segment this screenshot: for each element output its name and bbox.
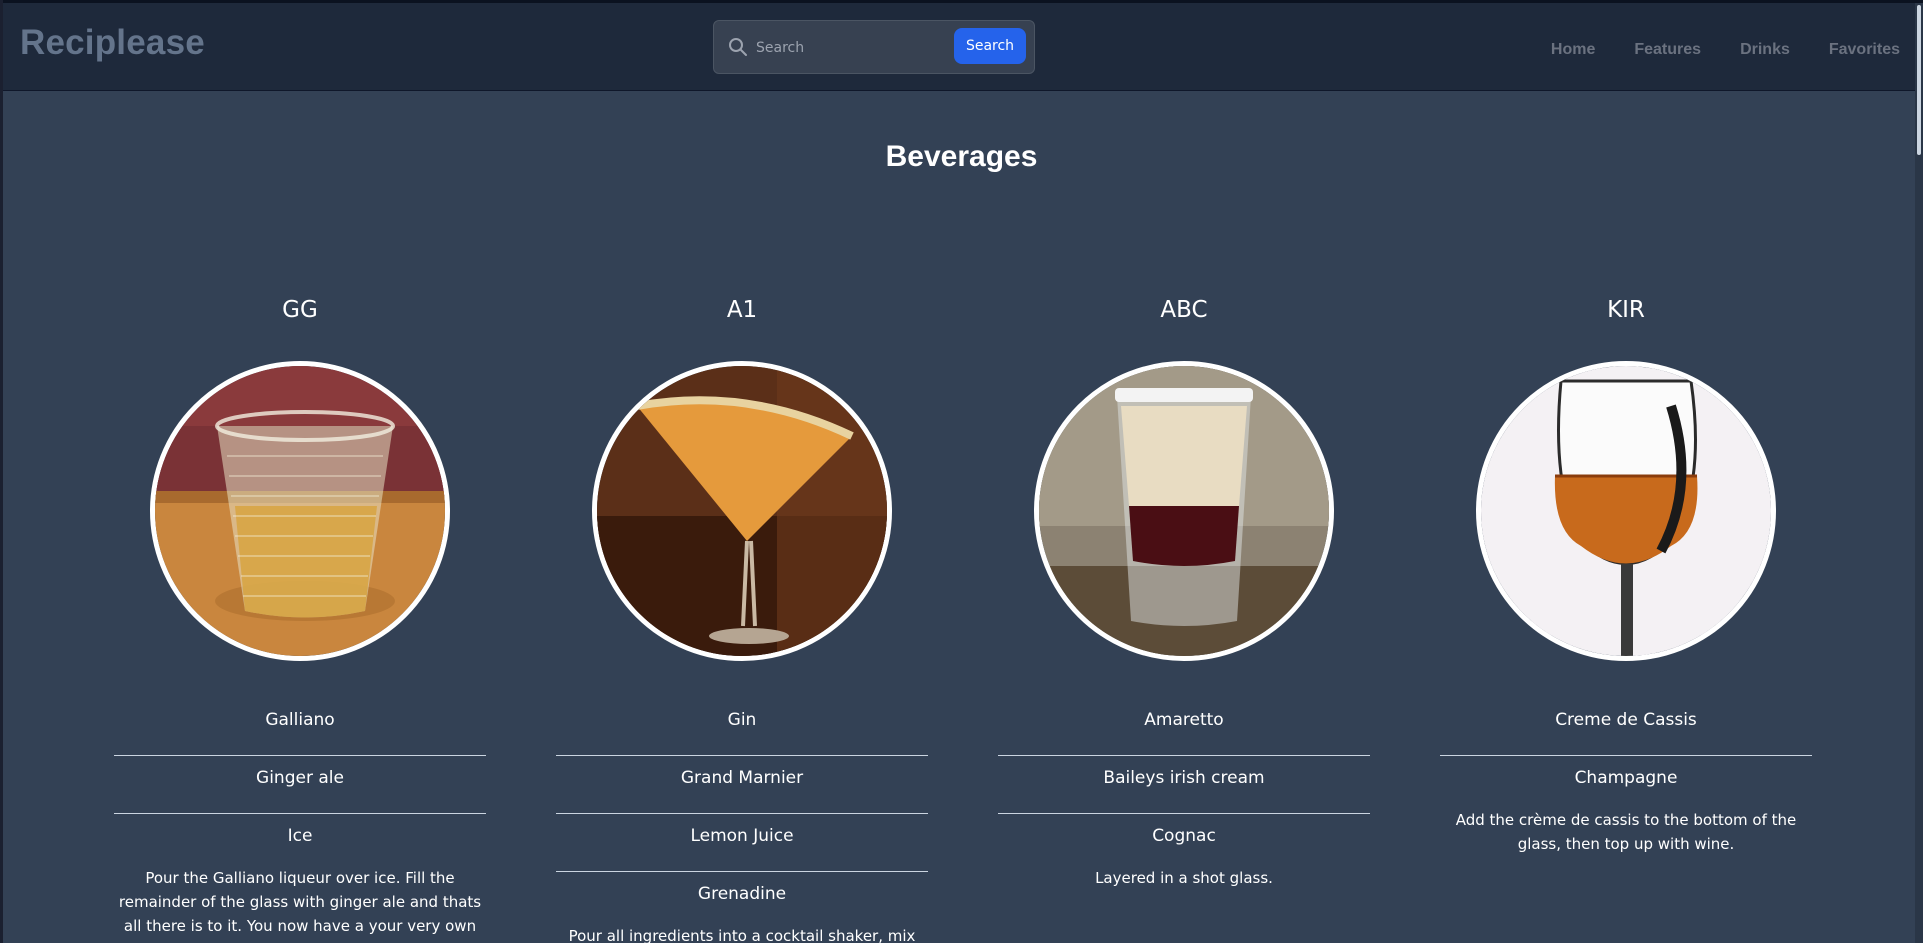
ingredient-item: Amaretto <box>998 698 1370 756</box>
ingredient-list: Amaretto Baileys irish cream Cognac <box>998 698 1370 872</box>
layered-shot-image <box>1039 366 1329 656</box>
drink-image-gg[interactable] <box>150 361 450 661</box>
ingredient-item: Ginger ale <box>114 756 486 814</box>
ingredient-item: Cognac <box>1152 826 1216 846</box>
scrollbar-thumb[interactable] <box>1917 5 1921 155</box>
ginger-ale-glass-image <box>155 366 445 656</box>
nav-drinks[interactable]: Drinks <box>1740 41 1790 59</box>
drink-title: ABC <box>1160 297 1208 323</box>
main-nav: Home Features Drinks Favorites <box>1512 41 1900 59</box>
ingredient-item: Grenadine <box>697 884 787 904</box>
ingredient-item: Gin <box>556 698 928 756</box>
martini-glass-image <box>597 366 887 656</box>
drink-instructions: Add the crème de cassis to the bottom of… <box>1455 811 1797 853</box>
page-title: Beverages <box>885 140 1038 173</box>
ingredient-list: Gin Grand Marnier Lemon Juice Grenadine <box>556 698 928 930</box>
search-bar: Search <box>713 20 1035 74</box>
ingredient-item: Ice <box>287 826 313 846</box>
ingredient-item: Lemon Juice <box>556 814 928 872</box>
drink-instructions: Layered in a shot glass. <box>1095 869 1273 887</box>
drink-title: KIR <box>1607 297 1645 323</box>
drink-image-kir[interactable] <box>1476 361 1776 661</box>
ingredient-item: Baileys irish cream <box>998 756 1370 814</box>
drink-instructions: Pour the Galliano liqueur over ice. Fill… <box>118 869 482 943</box>
drink-card-gg[interactable]: GG Galliano Ginger ale Ice Pour the Gall… <box>114 295 486 943</box>
drink-card-kir[interactable]: KIR Creme de Cassis Champagne Add the cr… <box>1440 295 1812 856</box>
drink-instructions: Pour all ingredients into a cocktail sha… <box>568 927 916 943</box>
wine-glass-image <box>1481 366 1771 656</box>
search-button[interactable]: Search <box>954 28 1026 64</box>
nav-home[interactable]: Home <box>1551 41 1595 59</box>
drink-image-a1[interactable] <box>592 361 892 661</box>
drink-title: A1 <box>726 297 758 323</box>
drink-card-a1[interactable]: A1 Gin Grand Marnier Lemon Juice Grenadi… <box>556 295 928 943</box>
ingredient-list: Galliano Ginger ale Ice <box>114 698 486 872</box>
ingredient-item: Creme de Cassis <box>1440 698 1812 756</box>
ingredient-list: Creme de Cassis Champagne <box>1440 698 1812 814</box>
search-icon <box>729 38 747 56</box>
search-input[interactable] <box>756 33 956 63</box>
ingredient-item: Grand Marnier <box>556 756 928 814</box>
nav-favorites[interactable]: Favorites <box>1829 41 1900 59</box>
navbar: Reciplease Search Home Features Drinks F… <box>3 3 1920 91</box>
brand-logo[interactable]: Reciplease <box>20 23 205 63</box>
drink-image-abc[interactable] <box>1034 361 1334 661</box>
drink-title: GG <box>282 297 318 323</box>
ingredient-item: Galliano <box>114 698 486 756</box>
ingredient-item: Champagne <box>1574 768 1678 788</box>
drink-card-abc[interactable]: ABC Amaretto Baileys irish cream Cognac … <box>998 295 1370 890</box>
nav-features[interactable]: Features <box>1634 41 1701 59</box>
